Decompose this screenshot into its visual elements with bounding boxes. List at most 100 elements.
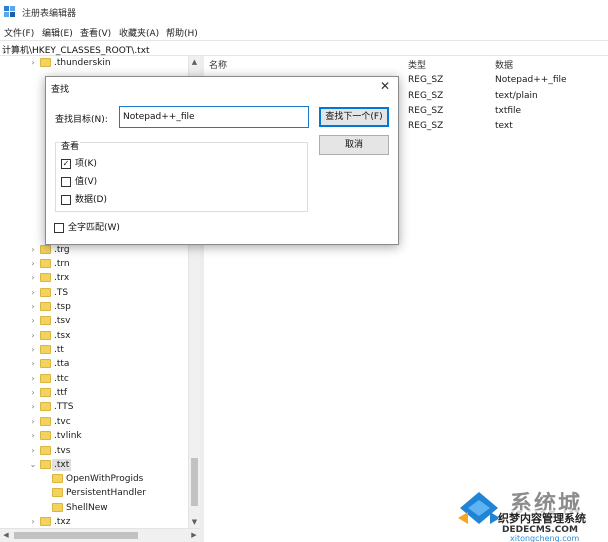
column-header-data[interactable]: 数据 [495,58,513,71]
tree-item[interactable]: › .trn [0,257,200,271]
scroll-right-icon[interactable]: ▶ [188,529,200,542]
value-type[interactable]: REG_SZ [408,91,443,101]
tree-horizontal-scrollbar[interactable]: ◀ ▶ [0,528,200,542]
cancel-button[interactable]: 取消 [319,135,389,155]
watermark-url: xitongcheng.com [510,534,580,542]
tree-item-label: .tt [54,345,64,355]
menu-favorites[interactable]: 收藏夹(A) [119,26,159,39]
tree-item[interactable]: OpenWithProgids [0,472,200,486]
tree-item[interactable]: › .tvlink [0,429,200,443]
folder-icon [40,402,51,411]
chevron-down-icon[interactable]: ⌄ [28,459,38,471]
tree-item[interactable]: PersistentHandler [0,486,200,500]
chevron-right-icon[interactable]: › [28,358,38,370]
menu-view[interactable]: 查看(V) [80,26,111,39]
address-bar[interactable]: 计算机\HKEY_CLASSES_ROOT\.txt [0,40,608,56]
chevron-right-icon[interactable]: › [28,344,38,356]
chevron-right-icon[interactable]: › [28,330,38,342]
menu-help[interactable]: 帮助(H) [166,26,198,39]
chevron-right-icon[interactable]: › [28,57,38,69]
chevron-right-icon[interactable]: › [28,301,38,313]
value-type[interactable]: REG_SZ [408,121,443,131]
scroll-thumb[interactable] [14,532,138,539]
checkbox-icon[interactable] [54,223,64,233]
find-what-label: 查找目标(N): [55,115,108,125]
chevron-right-icon[interactable]: › [28,445,38,457]
value-data[interactable]: text/plain [495,91,538,101]
chevron-right-icon[interactable]: › [28,516,38,528]
tree-item-label: .tsx [54,331,71,341]
tree-item[interactable]: › .tta [0,357,200,371]
tree-item-label: .tta [54,359,70,369]
scroll-down-icon[interactable]: ▼ [189,516,200,528]
tree-item-label: .tsv [54,316,71,326]
close-icon[interactable]: ✕ [378,79,392,93]
folder-icon [40,331,51,340]
tree-item[interactable]: › .TTS [0,400,200,414]
tree-item[interactable]: › .tsx [0,329,200,343]
menu-edit[interactable]: 编辑(E) [42,26,73,39]
window-title: 注册表编辑器 [22,9,77,19]
value-data[interactable]: txtfile [495,106,521,116]
folder-icon [40,417,51,426]
tree-item[interactable]: ShellNew [0,501,200,515]
folder-icon [52,503,63,512]
option-label: 项(K) [75,159,97,169]
chevron-right-icon[interactable]: › [28,272,38,284]
tree-item[interactable]: › .trx [0,271,200,285]
tree-item-label: .trg [54,245,70,255]
chevron-right-icon[interactable]: › [28,244,38,256]
chevron-right-icon[interactable]: › [28,287,38,299]
chevron-right-icon[interactable]: › [28,416,38,428]
tree-item[interactable]: › .tvs [0,444,200,458]
scroll-left-icon[interactable]: ◀ [0,529,12,542]
value-data[interactable]: text [495,121,513,131]
chevron-right-icon[interactable]: › [28,258,38,270]
tree-item[interactable]: › .tsp [0,300,200,314]
value-type[interactable]: REG_SZ [408,106,443,116]
folder-icon [40,517,51,526]
tree-item-selected[interactable]: ⌄ .txt [0,458,200,472]
chevron-right-icon[interactable]: › [28,430,38,442]
tree-item[interactable]: › .tvc [0,415,200,429]
tree-item[interactable]: › .tt [0,343,200,357]
find-what-input[interactable] [119,106,309,128]
scroll-thumb[interactable] [191,458,198,506]
tree-item[interactable]: › .ttc [0,372,200,386]
tree-item-label: .trn [54,259,70,269]
checkbox-icon[interactable] [61,195,71,205]
tree-item-label: PersistentHandler [66,488,146,498]
tree-item[interactable]: › .tsv [0,314,200,328]
scroll-up-icon[interactable]: ▲ [189,56,200,68]
watermark-cms: 织梦内容管理系统 [498,510,586,526]
folder-icon [40,245,51,254]
tree-item-label: .TS [54,288,69,298]
checkbox-checked-icon[interactable]: ✓ [61,159,71,169]
folder-icon [40,316,51,325]
find-next-button[interactable]: 查找下一个(F) [319,107,389,127]
tree-item[interactable]: › .trg [0,243,200,257]
chevron-right-icon[interactable]: › [28,373,38,385]
value-type[interactable]: REG_SZ [408,75,443,85]
option-label: 数据(D) [75,195,107,205]
tree-item[interactable]: › .thunderskin [0,56,200,70]
tree-item[interactable]: › .txz [0,515,200,529]
tree-item-label: .thunderskin [54,58,111,68]
tree-item[interactable]: › .TS [0,286,200,300]
folder-icon [40,374,51,383]
tree-item-label: .TTS [54,402,74,412]
chevron-right-icon[interactable]: › [28,387,38,399]
registry-editor-icon [4,6,15,17]
folder-icon [40,388,51,397]
column-header-name[interactable]: 名称 [209,58,227,71]
tree-item-label: .tvlink [54,431,82,441]
tree-item[interactable]: › .ttf [0,386,200,400]
tree-item-label: .tvc [54,417,71,427]
chevron-right-icon[interactable]: › [28,315,38,327]
menu-file[interactable]: 文件(F) [4,26,34,39]
checkbox-icon[interactable] [61,177,71,187]
folder-icon [52,474,63,483]
value-data[interactable]: Notepad++_file [495,75,567,85]
column-header-type[interactable]: 类型 [408,58,426,71]
chevron-right-icon[interactable]: › [28,401,38,413]
